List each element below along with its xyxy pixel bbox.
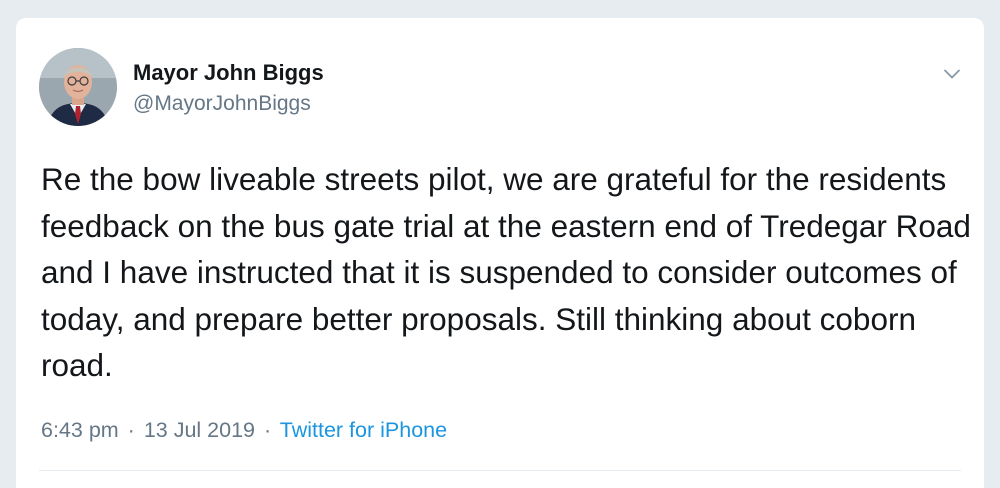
chevron-down-icon[interactable] (940, 62, 964, 86)
user-handle[interactable]: @MayorJohnBiggs (133, 92, 311, 116)
divider (39, 470, 961, 471)
tweet-source-link[interactable]: Twitter for iPhone (280, 418, 447, 442)
profile-photo-image (39, 48, 117, 126)
display-name[interactable]: Mayor John Biggs (133, 60, 324, 86)
tweet-time[interactable]: 6:43 pm (41, 418, 119, 442)
tweet-card: Mayor John Biggs @MayorJohnBiggs Re the … (16, 18, 984, 488)
tweet-date[interactable]: 13 Jul 2019 (144, 418, 255, 442)
tweet-meta: 6:43 pm · 13 Jul 2019 · Twitter for iPho… (41, 418, 447, 443)
tweet-text: Re the bow liveable streets pilot, we ar… (41, 161, 971, 383)
meta-separator: · (127, 418, 135, 442)
avatar[interactable] (39, 48, 117, 126)
meta-separator: · (264, 418, 272, 442)
